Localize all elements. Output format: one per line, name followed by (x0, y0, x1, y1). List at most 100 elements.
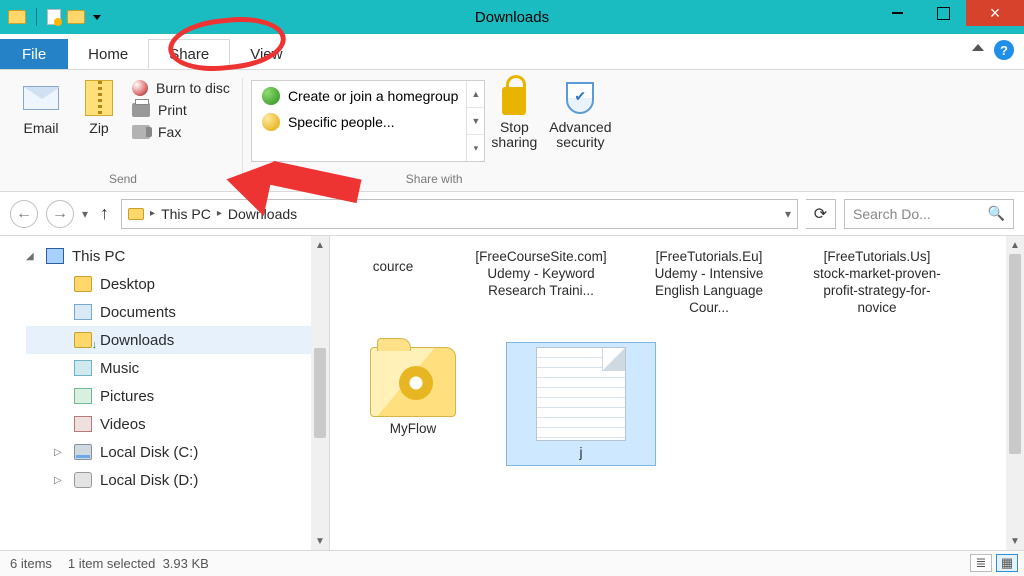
burn-to-disc-button[interactable]: Burn to disc (132, 80, 230, 96)
back-button[interactable]: ← (10, 200, 38, 228)
status-selection: 1 item selected 3.93 KB (68, 556, 209, 571)
refresh-button[interactable]: ⟳ (806, 199, 836, 229)
print-button[interactable]: Print (132, 102, 230, 118)
content-pane[interactable]: cource [FreeCourseSite.com] Udemy - Keyw… (330, 236, 1024, 550)
content-scrollbar[interactable]: ▲▼ (1006, 236, 1024, 550)
up-button[interactable]: ↑ (96, 203, 113, 224)
item-freetutorials-eu[interactable]: [FreeTutorials.Eu] Udemy - Intensive Eng… (634, 240, 784, 322)
email-button[interactable]: Email (12, 74, 70, 136)
address-bar[interactable]: ▸ This PC▸ Downloads ▾ (121, 199, 798, 229)
qat-dropdown-icon[interactable] (93, 15, 101, 20)
disk-icon (74, 472, 92, 488)
tab-share[interactable]: Share (148, 39, 230, 69)
videos-icon (74, 416, 92, 432)
qat-properties-icon[interactable] (67, 10, 85, 24)
folder-icon (128, 208, 144, 220)
item-myflow[interactable]: MyFlow (338, 342, 488, 467)
qat-new-document-icon[interactable] (47, 9, 61, 25)
details-view-button[interactable]: ≣ (970, 554, 992, 572)
tree-videos[interactable]: Videos (26, 410, 329, 438)
this-pc-icon (46, 248, 64, 264)
large-icons-view-button[interactable]: ▦ (996, 554, 1018, 572)
window-minimize-button[interactable] (874, 0, 920, 26)
ribbon-group-send: Email Zip Burn to disc Print Fax (6, 74, 240, 191)
lock-icon (502, 87, 526, 115)
item-freecoursesite[interactable]: [FreeCourseSite.com] Udemy - Keyword Res… (466, 240, 616, 322)
tree-downloads[interactable]: Downloads (26, 326, 329, 354)
recent-locations-dropdown[interactable]: ▾ (82, 207, 88, 221)
burn-label: Burn to disc (156, 80, 230, 96)
item-freetutorials-us[interactable]: [FreeTutorials.Us] stock-market-proven-p… (802, 240, 952, 322)
tree-music[interactable]: Music (26, 354, 329, 382)
breadcrumb-this-pc[interactable]: This PC▸ (161, 206, 222, 222)
quick-access-toolbar (0, 8, 101, 26)
homegroup-label: Create or join a homegroup (288, 88, 458, 104)
item-j[interactable]: j (506, 342, 656, 467)
specific-people-label: Specific people... (288, 114, 395, 130)
music-icon (74, 360, 92, 376)
collapse-ribbon-icon[interactable] (972, 44, 984, 51)
disk-icon (74, 444, 92, 460)
people-icon (262, 113, 280, 131)
advanced-security-label: Advanced security (543, 120, 617, 151)
window-maximize-button[interactable] (920, 0, 966, 26)
zip-label: Zip (89, 120, 108, 136)
ribbon-group-separator (242, 78, 243, 178)
tree-local-disk-d[interactable]: ▷ Local Disk (D:) (26, 466, 329, 494)
status-item-count: 6 items (10, 556, 52, 571)
help-button[interactable]: ? (994, 40, 1014, 60)
documents-icon (74, 304, 92, 320)
homegroup-icon (262, 87, 280, 105)
window-controls: × (874, 0, 1024, 26)
status-bar: 6 items 1 item selected 3.93 KB ≣ ▦ (0, 550, 1024, 576)
search-placeholder: Search Do... (853, 206, 931, 222)
homegroup-item[interactable]: Create or join a homegroup (258, 85, 462, 107)
address-dropdown-icon[interactable]: ▾ (785, 207, 791, 221)
search-input[interactable]: Search Do... 🔍 (844, 199, 1014, 229)
downloads-icon (74, 332, 92, 348)
printer-icon (132, 103, 150, 117)
breadcrumb-downloads[interactable]: Downloads (228, 206, 297, 222)
qat-folder-icon[interactable] (8, 10, 26, 24)
specific-people-item[interactable]: Specific people... (258, 111, 462, 133)
zip-button[interactable]: Zip (70, 74, 128, 136)
ribbon-tab-strip: File Home Share View ? (0, 34, 1024, 70)
tab-view[interactable]: View (230, 39, 302, 69)
email-icon (23, 86, 59, 110)
text-file-icon (536, 347, 626, 441)
fax-button[interactable]: Fax (132, 124, 230, 140)
tree-this-pc[interactable]: ◢ This PC (26, 242, 329, 270)
window-close-button[interactable]: × (966, 0, 1024, 26)
share-with-gallery[interactable]: Create or join a homegroup Specific peop… (251, 80, 485, 162)
email-label: Email (23, 120, 58, 136)
pictures-icon (74, 388, 92, 404)
item-cource[interactable]: cource (338, 240, 448, 322)
print-label: Print (158, 102, 187, 118)
title-bar: Downloads × (0, 0, 1024, 34)
advanced-security-button[interactable]: Advanced security (543, 74, 617, 151)
forward-button[interactable]: → (46, 200, 74, 228)
ribbon-group-share-with: Create or join a homegroup Specific peop… (245, 74, 623, 191)
tab-home[interactable]: Home (68, 39, 148, 69)
window-title: Downloads (475, 9, 549, 26)
disc-icon (132, 80, 148, 96)
navigation-bar: ← → ▾ ↑ ▸ This PC▸ Downloads ▾ ⟳ Search … (0, 192, 1024, 236)
gallery-scroll-handle[interactable]: ▲▼▾ (466, 81, 484, 161)
tree-scrollbar[interactable]: ▲▼ (311, 236, 329, 550)
shield-icon (566, 82, 594, 114)
group-label-share-with: Share with (406, 170, 463, 188)
tree-documents[interactable]: Documents (26, 298, 329, 326)
tree-pictures[interactable]: Pictures (26, 382, 329, 410)
stop-sharing-button[interactable]: Stop sharing (485, 74, 543, 151)
explorer-body: ◢ This PC Desktop Documents Downloads Mu… (0, 236, 1024, 550)
file-tab[interactable]: File (0, 39, 68, 69)
navigation-tree[interactable]: ◢ This PC Desktop Documents Downloads Mu… (0, 236, 330, 550)
folder-icon (74, 276, 92, 292)
fax-icon (132, 125, 150, 139)
zip-icon (85, 80, 113, 116)
fax-label: Fax (158, 124, 181, 140)
tree-desktop[interactable]: Desktop (26, 270, 329, 298)
stop-sharing-label: Stop sharing (485, 120, 543, 151)
tree-local-disk-c[interactable]: ▷ Local Disk (C:) (26, 438, 329, 466)
search-icon: 🔍 (988, 205, 1005, 222)
